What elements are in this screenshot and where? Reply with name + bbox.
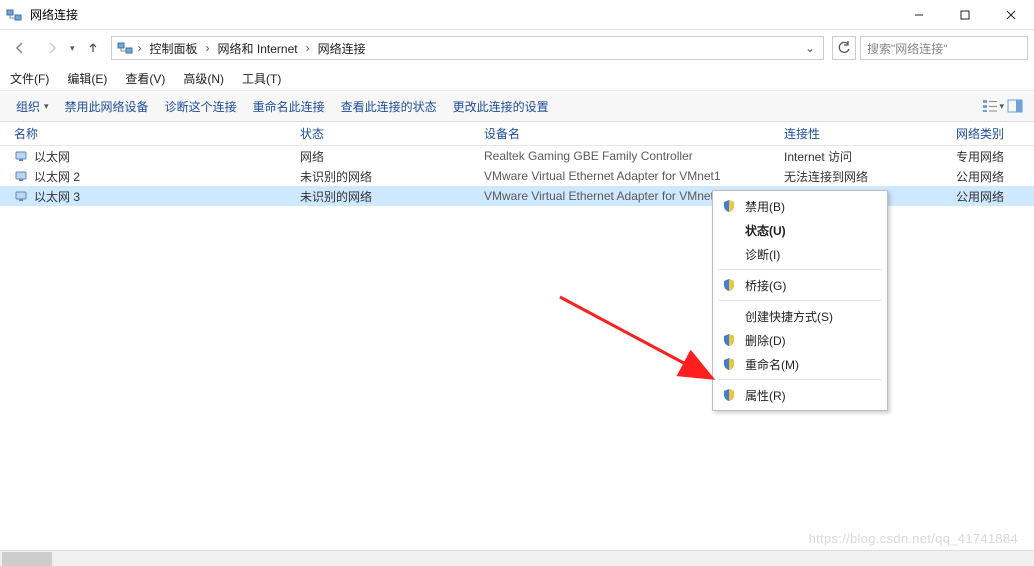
col-status[interactable]: 状态 xyxy=(300,125,484,142)
location-icon xyxy=(116,39,134,57)
up-button[interactable] xyxy=(79,35,107,61)
shield-icon xyxy=(721,277,737,293)
ctx-diagnose[interactable]: 诊断(I) xyxy=(715,242,885,266)
list-item[interactable]: 以太网 网络 Realtek Gaming GBE Family Control… xyxy=(0,146,1034,166)
title-bar: 网络连接 xyxy=(0,0,1034,30)
menu-file[interactable]: 文件(F) xyxy=(8,68,51,89)
forward-button[interactable] xyxy=(38,35,66,61)
shield-icon xyxy=(721,387,737,403)
col-type[interactable]: 网络类别 xyxy=(956,125,1022,142)
column-headers: 名称 状态 设备名 连接性 网络类别 xyxy=(0,122,1034,146)
rename-connection-button[interactable]: 重命名此连接 xyxy=(245,94,333,119)
watermark: https://blog.csdn.net/qq_41741884 xyxy=(809,531,1018,546)
search-placeholder: 搜索"网络连接" xyxy=(867,40,948,57)
menu-tools[interactable]: 工具(T) xyxy=(240,68,283,89)
col-connectivity[interactable]: 连接性 xyxy=(784,125,956,142)
change-settings-button[interactable]: 更改此连接的设置 xyxy=(445,94,557,119)
chevron-right-icon: › xyxy=(306,41,310,55)
refresh-button[interactable] xyxy=(832,36,856,60)
disable-device-button[interactable]: 禁用此网络设备 xyxy=(57,94,157,119)
separator xyxy=(719,300,881,301)
view-options-button[interactable]: ▾ xyxy=(982,95,1004,117)
ctx-bridge[interactable]: 桥接(G) xyxy=(715,273,885,297)
close-button[interactable] xyxy=(988,0,1034,30)
ctx-rename[interactable]: 重命名(M) xyxy=(715,352,885,376)
shield-icon xyxy=(721,332,737,348)
breadcrumb-leaf[interactable]: 网络连接 xyxy=(314,40,370,57)
network-adapter-icon xyxy=(14,189,28,203)
search-input[interactable]: 搜索"网络连接" xyxy=(860,36,1028,60)
network-adapter-icon xyxy=(14,149,28,163)
horizontal-scrollbar[interactable] xyxy=(0,550,1034,566)
col-device[interactable]: 设备名 xyxy=(484,125,784,142)
window-controls xyxy=(896,0,1034,30)
shield-icon xyxy=(721,356,737,372)
menu-advanced[interactable]: 高级(N) xyxy=(181,68,226,89)
maximize-button[interactable] xyxy=(942,0,988,30)
annotation-arrow xyxy=(555,292,735,392)
back-button[interactable] xyxy=(6,35,34,61)
context-menu: 禁用(B) 状态(U) 诊断(I) 桥接(G) 创建快捷方式(S) 删除(D) … xyxy=(712,190,888,411)
menu-view[interactable]: 查看(V) xyxy=(123,68,167,89)
app-icon xyxy=(6,7,22,23)
col-name[interactable]: 名称 xyxy=(14,125,300,142)
view-status-button[interactable]: 查看此连接的状态 xyxy=(333,94,445,119)
chevron-right-icon: › xyxy=(206,41,210,55)
scrollbar-thumb[interactable] xyxy=(2,552,52,566)
list-item[interactable]: 以太网 2 未识别的网络 VMware Virtual Ethernet Ada… xyxy=(0,166,1034,186)
network-adapter-icon xyxy=(14,169,28,183)
organize-button[interactable]: 组织▾ xyxy=(8,94,57,119)
nav-row: ▾ › 控制面板 › 网络和 Internet › 网络连接 ⌄ 搜索"网络连接… xyxy=(0,30,1034,66)
separator xyxy=(719,269,881,270)
ctx-status[interactable]: 状态(U) xyxy=(715,218,885,242)
menu-bar: 文件(F) 编辑(E) 查看(V) 高级(N) 工具(T) xyxy=(0,66,1034,90)
separator xyxy=(719,379,881,380)
window-title: 网络连接 xyxy=(30,6,78,23)
shield-icon xyxy=(721,198,737,214)
chevron-right-icon: › xyxy=(138,41,142,55)
ctx-shortcut[interactable]: 创建快捷方式(S) xyxy=(715,304,885,328)
address-dropdown[interactable]: ⌄ xyxy=(801,41,819,55)
ctx-disable[interactable]: 禁用(B) xyxy=(715,194,885,218)
diagnose-button[interactable]: 诊断这个连接 xyxy=(157,94,245,119)
breadcrumb-root[interactable]: 控制面板 xyxy=(146,40,202,57)
preview-pane-button[interactable] xyxy=(1004,95,1026,117)
menu-edit[interactable]: 编辑(E) xyxy=(65,68,109,89)
ctx-properties[interactable]: 属性(R) xyxy=(715,383,885,407)
minimize-button[interactable] xyxy=(896,0,942,30)
address-bar[interactable]: › 控制面板 › 网络和 Internet › 网络连接 ⌄ xyxy=(111,36,824,60)
ctx-delete[interactable]: 删除(D) xyxy=(715,328,885,352)
toolbar: 组织▾ 禁用此网络设备 诊断这个连接 重命名此连接 查看此连接的状态 更改此连接… xyxy=(0,90,1034,122)
breadcrumb-mid[interactable]: 网络和 Internet xyxy=(214,40,302,57)
history-dropdown[interactable]: ▾ xyxy=(70,43,75,54)
